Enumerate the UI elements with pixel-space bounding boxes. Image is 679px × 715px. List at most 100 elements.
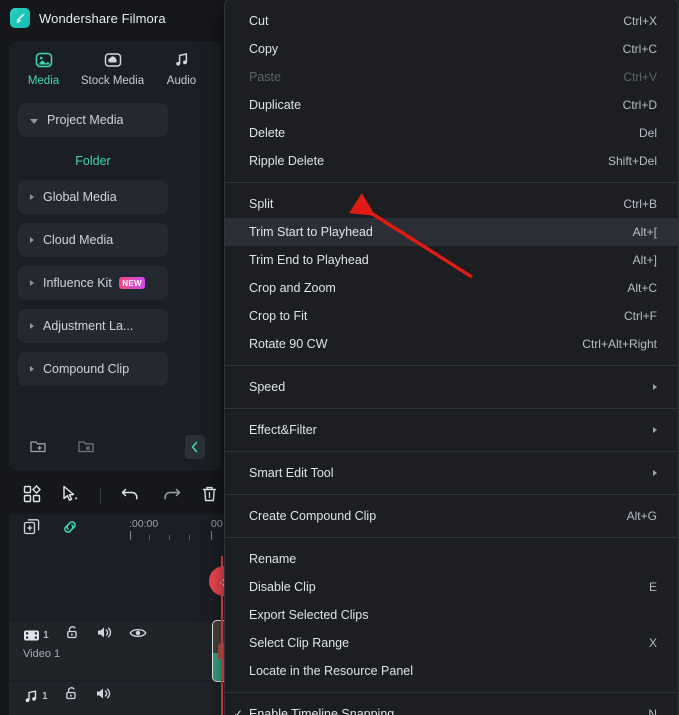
menu-item-crop-to-fit[interactable]: Crop to Fit Ctrl+F bbox=[225, 302, 678, 330]
menu-item-label: Paste bbox=[249, 70, 281, 84]
menu-item-label: Rotate 90 CW bbox=[249, 337, 328, 351]
menu-item-export-selected-clips[interactable]: Export Selected Clips bbox=[225, 601, 678, 629]
ruler-tick bbox=[149, 535, 150, 540]
playhead[interactable] bbox=[221, 556, 223, 715]
tab-stock-media[interactable]: Stock Media bbox=[78, 45, 147, 87]
collapse-panel-icon[interactable] bbox=[185, 435, 205, 459]
menu-separator bbox=[225, 537, 678, 538]
tab-audio[interactable]: Audio bbox=[147, 45, 216, 87]
lock-icon[interactable] bbox=[64, 686, 79, 706]
menu-item-ripple-delete[interactable]: Ripple Delete Shift+Del bbox=[225, 147, 678, 175]
menu-item-locate-in-resource-panel[interactable]: Locate in the Resource Panel bbox=[225, 657, 678, 685]
menu-item-trim-start-to-playhead[interactable]: Trim Start to Playhead Alt+[ bbox=[225, 218, 678, 246]
menu-item-split[interactable]: Split Ctrl+B bbox=[225, 190, 678, 218]
menu-item-select-clip-range[interactable]: Select Clip Range X bbox=[225, 629, 678, 657]
menu-item-label: Enable Timeline Snapping bbox=[249, 707, 395, 715]
menu-item-trim-end-to-playhead[interactable]: Trim End to Playhead Alt+] bbox=[225, 246, 678, 274]
menu-item-shortcut: Ctrl+Alt+Right bbox=[582, 337, 657, 351]
tab-media[interactable]: Media bbox=[9, 45, 78, 87]
mute-icon[interactable] bbox=[95, 686, 112, 706]
filmora-window: Wondershare Filmora File Media bbox=[0, 0, 679, 715]
media-image-icon bbox=[34, 49, 54, 71]
app-title: Wondershare Filmora bbox=[39, 10, 166, 26]
chevron-right-icon bbox=[653, 427, 657, 433]
sidebar-item-global-media[interactable]: Global Media bbox=[18, 180, 168, 214]
menu-item-label: Smart Edit Tool bbox=[249, 466, 334, 480]
menu-separator bbox=[225, 365, 678, 366]
sidebar-item-label: Project Media bbox=[47, 113, 124, 127]
undo-icon[interactable] bbox=[121, 486, 141, 507]
menu-item-shortcut: Alt+] bbox=[632, 253, 657, 267]
menu-item-label: Ripple Delete bbox=[249, 154, 325, 168]
layout-grid-icon[interactable] bbox=[23, 484, 41, 508]
chevron-right-icon bbox=[30, 323, 34, 329]
menu-item-shortcut: Ctrl+F bbox=[624, 309, 657, 323]
menu-item-cut[interactable]: Cut Ctrl+X bbox=[225, 7, 678, 35]
audio-track-index: 1 bbox=[42, 690, 48, 702]
sidebar-item-influence-kit[interactable]: Influence Kit NEW bbox=[18, 266, 168, 300]
menu-item-delete[interactable]: Delete Del bbox=[225, 119, 678, 147]
sidebar-item-compound-clip[interactable]: Compound Clip bbox=[18, 352, 168, 386]
menu-separator bbox=[225, 451, 678, 452]
folder-list: Project Media Folder Global Media Cloud … bbox=[18, 103, 168, 395]
ruler-tick bbox=[130, 531, 131, 540]
menu-item-shortcut: Ctrl+D bbox=[622, 98, 657, 112]
eye-visibility-icon[interactable] bbox=[129, 626, 147, 645]
context-menu-group: Split Ctrl+B Trim Start to Playhead Alt+… bbox=[225, 190, 678, 358]
menu-item-shortcut: Ctrl+X bbox=[623, 14, 657, 28]
menu-item-label: Rename bbox=[249, 552, 297, 566]
delete-folder-icon[interactable] bbox=[77, 437, 95, 460]
ruler-tick bbox=[169, 535, 170, 540]
stock-media-cloud-icon bbox=[103, 49, 123, 71]
menu-item-rename[interactable]: Rename bbox=[225, 545, 678, 573]
menu-item-label: Locate in the Resource Panel bbox=[249, 664, 413, 678]
menu-item-copy[interactable]: Copy Ctrl+C bbox=[225, 35, 678, 63]
delete-trash-icon[interactable] bbox=[201, 485, 218, 508]
menu-item-crop-and-zoom[interactable]: Crop and Zoom Alt+C bbox=[225, 274, 678, 302]
checkmark-icon: ✓ bbox=[233, 707, 244, 715]
link-clips-icon[interactable] bbox=[61, 518, 79, 541]
sidebar-item-label: Global Media bbox=[43, 190, 117, 204]
sidebar-item-cloud-media[interactable]: Cloud Media bbox=[18, 223, 168, 257]
chevron-right-icon bbox=[653, 470, 657, 476]
left-media-panel: Media Stock Media Audio Project Media Fo… bbox=[9, 41, 221, 471]
redo-icon[interactable] bbox=[161, 486, 181, 507]
chevron-right-icon bbox=[653, 384, 657, 390]
context-menu-group: Rename Disable Clip E Export Selected Cl… bbox=[225, 545, 678, 685]
video-track-index: 1 bbox=[43, 629, 49, 641]
menu-item-label: Export Selected Clips bbox=[249, 608, 369, 622]
tab-media-label: Media bbox=[27, 75, 60, 87]
menu-item-shortcut: Del bbox=[638, 126, 657, 140]
menu-item-label: Disable Clip bbox=[249, 580, 316, 594]
mute-icon[interactable] bbox=[96, 625, 113, 645]
menu-item-label: Select Clip Range bbox=[249, 636, 350, 650]
context-menu-group: Cut Ctrl+X Copy Ctrl+C Paste Ctrl+V Dupl… bbox=[225, 7, 678, 175]
menu-item-shortcut: Alt+C bbox=[627, 281, 657, 295]
menu-item-label: Crop and Zoom bbox=[249, 281, 336, 295]
menu-item-duplicate[interactable]: Duplicate Ctrl+D bbox=[225, 91, 678, 119]
chevron-down-icon bbox=[30, 118, 38, 124]
menu-item-effect-and-filter[interactable]: Effect&Filter bbox=[225, 416, 678, 444]
chevron-right-icon bbox=[30, 366, 34, 372]
chevron-right-icon bbox=[30, 237, 34, 243]
menu-separator bbox=[225, 408, 678, 409]
selection-cursor-icon[interactable] bbox=[61, 485, 80, 508]
menu-item-paste: Paste Ctrl+V bbox=[225, 63, 678, 91]
menu-item-disable-clip[interactable]: Disable Clip E bbox=[225, 573, 678, 601]
sidebar-item-label: Adjustment La... bbox=[43, 319, 134, 333]
menu-item-create-compound-clip[interactable]: Create Compound Clip Alt+G bbox=[225, 502, 678, 530]
new-folder-icon[interactable] bbox=[29, 437, 47, 460]
menu-item-smart-edit-tool[interactable]: Smart Edit Tool bbox=[225, 459, 678, 487]
sidebar-item-adjustment-layer[interactable]: Adjustment La... bbox=[18, 309, 168, 343]
add-track-icon[interactable] bbox=[23, 518, 41, 541]
sidebar-item-project-media[interactable]: Project Media bbox=[18, 103, 168, 137]
context-menu-group: ✓ Enable Timeline Snapping N Select All … bbox=[225, 700, 678, 715]
audio-track-icon: 1 bbox=[23, 689, 48, 704]
menu-item-speed[interactable]: Speed bbox=[225, 373, 678, 401]
lock-icon[interactable] bbox=[65, 625, 80, 645]
ruler-label: :00:00 bbox=[129, 518, 159, 530]
chevron-right-icon bbox=[30, 280, 34, 286]
menu-separator bbox=[225, 692, 678, 693]
menu-item-enable-timeline-snapping[interactable]: ✓ Enable Timeline Snapping N bbox=[225, 700, 678, 715]
menu-item-rotate-90-cw[interactable]: Rotate 90 CW Ctrl+Alt+Right bbox=[225, 330, 678, 358]
